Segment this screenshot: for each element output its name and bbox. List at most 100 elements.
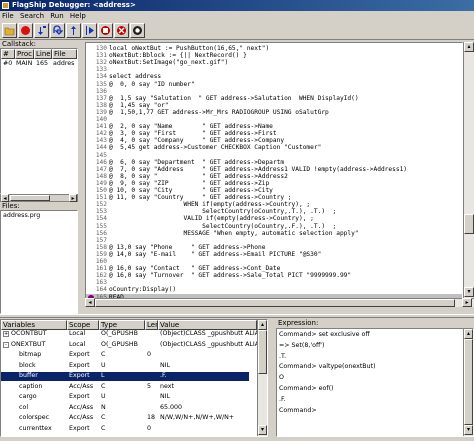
line-number[interactable]: 143 (86, 137, 109, 144)
code-line[interactable]: 155 SelectCountry(oCountry,.F.), .T.) ; (86, 223, 462, 230)
code-line[interactable]: 139 @ 1,50,1,77 GET address->Mr_Mrs RADIO… (86, 109, 462, 116)
step-into-button[interactable] (34, 23, 49, 38)
line-number[interactable]: 141 (86, 123, 109, 130)
code-line[interactable]: 151 @ 11, 0 say "Country " GET address->C… (86, 194, 462, 201)
code-line[interactable]: 149 @ 9, 0 say "ZIP " GET address->Zip (86, 180, 462, 187)
line-number[interactable]: 137 (86, 95, 109, 102)
expression-console[interactable]: Command> set exclusive off => Set(8,'off'… (276, 328, 474, 437)
code-line[interactable]: 146 @ 6, 0 say "Department " GET address-… (86, 159, 462, 166)
variable-row[interactable]: + OCONTBUT Local O(_GPUSHB (Object)CLASS _gp… (1, 330, 257, 339)
line-number[interactable]: 154 (86, 215, 109, 222)
variable-row[interactable]: colorspec Acc/Ass C 18 N/W,W/N+,N/W+,W/N+ (1, 414, 249, 423)
code-line[interactable]: 132 oNextBut:SetImage("go_next.gif") (86, 59, 462, 66)
line-number[interactable]: 142 (86, 130, 109, 137)
code-line[interactable]: 142 @ 3, 0 say "First " GET address->Firs… (86, 130, 462, 137)
code-line[interactable]: 152 WHEN if(empty(address->Country), ; (86, 201, 462, 208)
code-line[interactable]: 147 @ 7, 0 say "Address " GET address->Ad… (86, 166, 462, 173)
scroll-right-icon[interactable]: ▸ (462, 298, 472, 307)
code-line[interactable]: 161 @ 16,0 say "Contact " GET address->Co… (86, 265, 462, 272)
line-number[interactable]: 140 (86, 116, 109, 123)
scroll-up-icon[interactable]: ▴ (464, 329, 473, 339)
code-line[interactable]: 141 @ 2, 0 say "Name " GET address->Name (86, 123, 462, 130)
variables-col-value[interactable]: Value (158, 320, 257, 330)
line-number[interactable]: 162 (86, 272, 109, 279)
variables-col-type[interactable]: Type (99, 320, 145, 330)
menu-help[interactable]: Help (68, 11, 88, 22)
line-number[interactable]: 157 (86, 237, 109, 244)
scroll-down-icon[interactable]: ▾ (464, 287, 474, 297)
code-line[interactable]: 136 (86, 88, 462, 95)
variables-col-len[interactable]: Len (145, 320, 158, 330)
line-number[interactable]: 153 (86, 208, 109, 215)
watch-button[interactable] (130, 23, 145, 38)
line-number[interactable]: 138 (86, 102, 109, 109)
callstack-col-file[interactable]: File (52, 49, 77, 59)
scroll-left-icon[interactable]: ◂ (1, 194, 9, 202)
line-number[interactable]: 158 (86, 244, 109, 251)
code-editor[interactable]: 130 local oNextBut := PushButton(16,65," … (85, 42, 463, 306)
scroll-right-icon[interactable]: ▸ (69, 194, 77, 202)
callstack-col-num[interactable]: # (1, 49, 15, 59)
variable-row[interactable]: buffer Export L .F. (1, 372, 249, 381)
code-line[interactable]: 158 @ 13,0 say "Phone " GET address->Phon… (86, 244, 462, 251)
line-number[interactable]: 144 (86, 144, 109, 151)
line-number[interactable]: 150 (86, 187, 109, 194)
line-number[interactable]: 131 (86, 52, 109, 59)
code-line[interactable]: 140 (86, 116, 462, 123)
line-number[interactable]: 152 (86, 201, 109, 208)
line-number[interactable]: 136 (86, 88, 109, 95)
code-line[interactable]: 145 (86, 152, 462, 159)
line-number[interactable]: 145 (86, 152, 109, 159)
variables-col-name[interactable]: Variables (1, 320, 67, 330)
scroll-down-icon[interactable]: ▾ (258, 425, 267, 435)
code-line[interactable]: 157 (86, 237, 462, 244)
line-number[interactable]: 163 (86, 279, 109, 286)
menu-run[interactable]: Run (48, 11, 65, 22)
code-line[interactable]: 130 local oNextBut := PushButton(16,65," … (86, 45, 462, 52)
run-button[interactable] (82, 23, 97, 38)
scroll-down-icon[interactable]: ▾ (464, 425, 473, 435)
line-number[interactable]: 146 (86, 159, 109, 166)
code-hscrollbar[interactable]: ◂ ▸ (85, 298, 474, 307)
menu-file[interactable]: File (0, 11, 16, 22)
line-number[interactable]: 135 (86, 81, 109, 88)
line-number[interactable]: 148 (86, 173, 109, 180)
menu-search[interactable]: Search (18, 11, 46, 22)
step-over-button[interactable] (50, 23, 65, 38)
stop-button[interactable] (18, 23, 33, 38)
line-number[interactable]: 159 (86, 251, 109, 258)
variable-row[interactable]: currenttex Export C 0 (1, 425, 249, 434)
expression-vscrollbar[interactable]: ▴ ▾ (463, 329, 473, 436)
code-line[interactable]: 150 @ 10, 0 say "City " GET address->City (86, 187, 462, 194)
variable-row[interactable]: cargo Export U NIL (1, 393, 249, 402)
code-line[interactable]: 134 select address (86, 73, 462, 80)
callstack-hscrollbar[interactable]: ◂ ▸ (0, 194, 78, 202)
breakpoint-button[interactable] (98, 23, 113, 38)
step-out-button[interactable] (66, 23, 81, 38)
collapse-icon[interactable]: - (3, 341, 9, 348)
scroll-thumb[interactable] (95, 299, 455, 307)
variable-row[interactable]: block Export U NIL (1, 362, 249, 371)
line-number[interactable]: 132 (86, 59, 109, 66)
line-number[interactable]: 161 (86, 265, 109, 272)
variable-row[interactable]: - ONEXTBUT Local O(_GPUSHB (Object)CLASS _gp… (1, 341, 257, 350)
scroll-left-icon[interactable]: ◂ (85, 298, 95, 307)
line-number[interactable]: 155 (86, 223, 109, 230)
scroll-thumb[interactable] (464, 214, 474, 234)
variable-row[interactable]: caption Acc/Ass C 5 next (1, 383, 249, 392)
line-number[interactable]: 149 (86, 180, 109, 187)
variable-row[interactable]: bitmap Export C 0 (1, 351, 249, 360)
line-number[interactable]: 164 (86, 286, 109, 293)
line-number[interactable]: 147 (86, 166, 109, 173)
code-vscrollbar[interactable]: ▴ ▾ (463, 42, 474, 298)
open-button[interactable] (2, 23, 17, 38)
horizontal-splitter[interactable] (0, 314, 474, 318)
line-number[interactable]: 133 (86, 66, 109, 73)
line-number[interactable]: 160 (86, 258, 109, 265)
variables-vscrollbar[interactable]: ▴ ▾ (257, 320, 267, 436)
code-line[interactable]: 131 oNextBut:Bblock := {|| NextRecord() } (86, 52, 462, 59)
code-line[interactable]: 164 oCountry:Display() (86, 286, 462, 293)
code-line[interactable]: 133 (86, 66, 462, 73)
code-line[interactable]: 154 VALID if(empty(address->Country), ; (86, 215, 462, 222)
scroll-thumb[interactable] (10, 195, 50, 201)
